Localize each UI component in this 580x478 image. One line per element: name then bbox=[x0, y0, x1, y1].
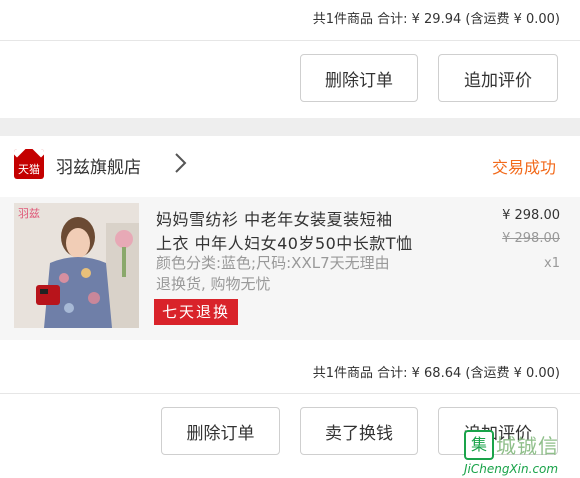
sell-for-cash-button[interactable]: 卖了换钱 bbox=[300, 407, 418, 455]
product-title-line-1[interactable]: 妈妈雪纺衫 中老年女装夏装短袖 bbox=[156, 206, 393, 230]
watermark-logo-icon: 集 bbox=[464, 430, 494, 460]
order-status: 交易成功 bbox=[491, 158, 556, 177]
item-original-price: ¥ 298.00 bbox=[502, 231, 560, 246]
product-thumbnail[interactable]: 羽兹 bbox=[14, 203, 139, 328]
divider bbox=[0, 393, 580, 394]
product-sku-line-2: 退换货, 购物无忧 bbox=[156, 275, 271, 293]
chevron-right-icon[interactable] bbox=[170, 151, 192, 175]
site-watermark: 集 城铖信 JiChengXin.com bbox=[462, 428, 580, 478]
seven-day-return-badge: 七天退换 bbox=[154, 299, 239, 325]
order-summary: 共1件商品 合计: ¥ 29.94 (含运费 ¥ 0.00) bbox=[312, 12, 560, 27]
item-quantity: x1 bbox=[544, 256, 560, 271]
order-summary: 共1件商品 合计: ¥ 68.64 (含运费 ¥ 0.00) bbox=[312, 366, 560, 381]
thumbnail-watermark: 羽兹 bbox=[18, 207, 40, 220]
watermark-url: JiChengXin.com bbox=[464, 462, 559, 476]
delete-order-button[interactable]: 删除订单 bbox=[300, 54, 418, 102]
delete-order-button[interactable]: 删除订单 bbox=[161, 407, 280, 455]
product-sku-line-1: 颜色分类:蓝色;尺码:XXL7天无理由 bbox=[156, 254, 390, 272]
tmall-logo-icon: 天猫 bbox=[14, 149, 44, 179]
store-name[interactable]: 羽兹旗舰店 bbox=[56, 153, 141, 178]
watermark-text: 城铖信 bbox=[496, 434, 559, 458]
item-price: ¥ 298.00 bbox=[502, 208, 560, 223]
product-title-line-2[interactable]: 上衣 中年人妇女40岁50中长款T恤 bbox=[156, 230, 413, 254]
order-separator bbox=[0, 118, 580, 136]
divider bbox=[0, 40, 580, 41]
add-review-button[interactable]: 追加评价 bbox=[438, 54, 558, 102]
